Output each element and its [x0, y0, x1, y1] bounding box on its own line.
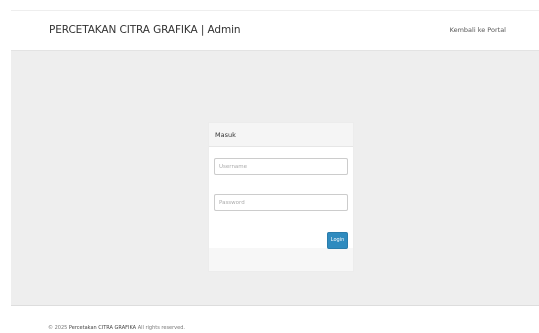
- password-input[interactable]: [214, 194, 348, 211]
- footer-copyright: © 2025 Percetakan CITRA GRAFIKA All righ…: [48, 325, 185, 331]
- login-button[interactable]: Login: [327, 232, 348, 249]
- brand-title[interactable]: PERCETAKAN CITRA GRAFIKA | Admin: [49, 24, 241, 36]
- login-panel: Masuk: [208, 122, 354, 272]
- footer-rights: All rights reserved.: [137, 325, 185, 331]
- login-panel-heading: Masuk: [209, 123, 353, 147]
- footer-year: © 2025: [48, 325, 68, 331]
- username-input[interactable]: [214, 158, 348, 175]
- back-to-portal-link[interactable]: Kembali ke Portal: [450, 26, 506, 34]
- login-panel-title: Masuk: [215, 131, 236, 139]
- footer-company: Percetakan CITRA GRAFIKA: [68, 325, 137, 331]
- top-navbar: PERCETAKAN CITRA GRAFIKA | Admin Kembali…: [11, 10, 539, 51]
- page: PERCETAKAN CITRA GRAFIKA | Admin Kembali…: [0, 0, 539, 333]
